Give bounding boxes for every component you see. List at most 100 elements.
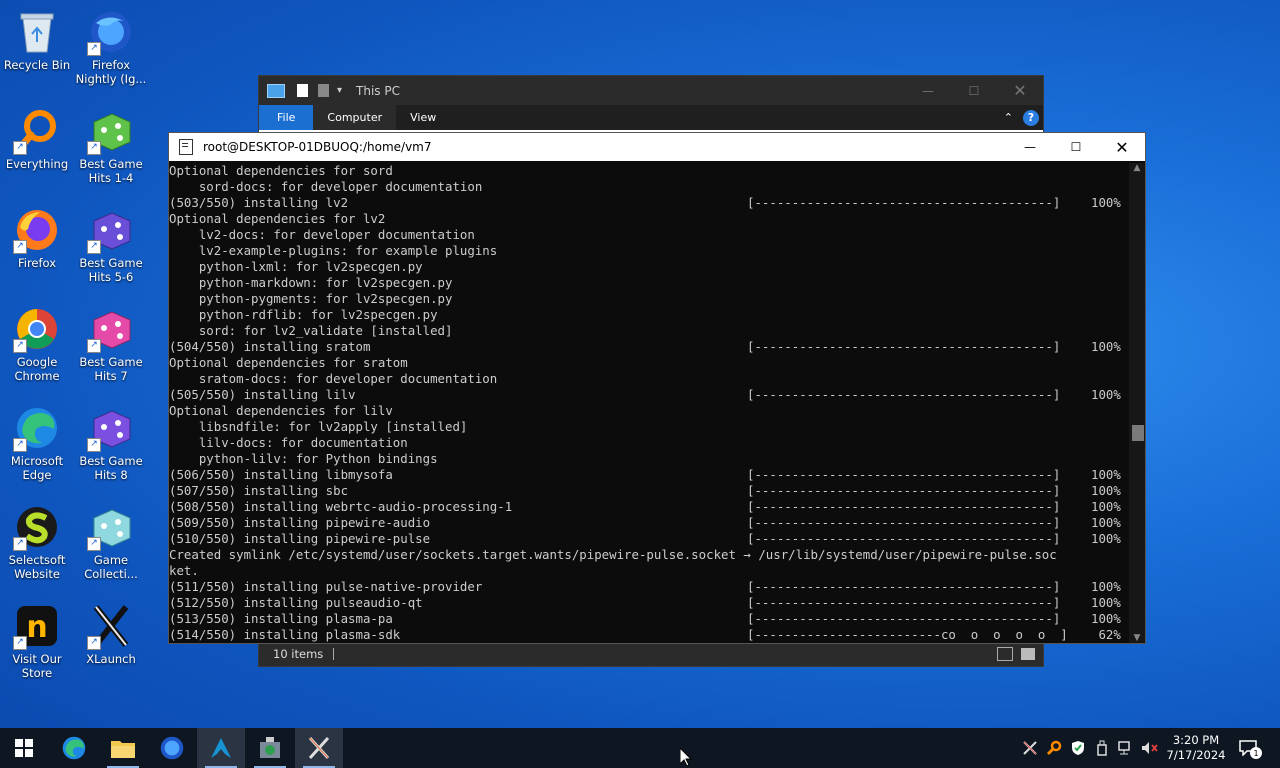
desktop-icon-firefox-nightly[interactable]: ↗ Firefox Nightly (Ig... (74, 8, 148, 86)
terminal-scrollbar[interactable]: ▲ ▼ (1129, 163, 1145, 643)
terminal-line: (510/550) installing pipewire-pulse [----… (169, 531, 1129, 547)
progress-bar-text: [---------------------------------------… (747, 595, 1061, 610)
explorer-titlebar[interactable]: ▾ This PC — ☐ ✕ (259, 76, 1043, 105)
game-dice-icon: ↗ (87, 107, 135, 155)
arch-terminal-icon (211, 738, 231, 758)
terminal-line-text: python-markdown: for lv2specgen.py (169, 275, 453, 290)
progress-percent: 100% (1091, 483, 1121, 498)
help-icon[interactable]: ? (1023, 109, 1039, 126)
game-dice-icon: ↗ (87, 206, 135, 254)
progress-percent: 100% (1091, 467, 1121, 482)
progress-percent: 100% (1091, 339, 1121, 354)
desktop-icon-best-game-hits-1-4[interactable]: ↗ Best Game Hits 1-4 (74, 107, 148, 185)
file-explorer-icon (111, 741, 135, 758)
terminal-line-text: sord-docs: for developer documentation (169, 179, 483, 194)
desktop-icon-recycle-bin[interactable]: Recycle Bin (0, 8, 74, 72)
desktop-icon-best-game-hits-5-6[interactable]: ↗ Best Game Hits 5-6 (74, 206, 148, 284)
terminal-line: python-rdflib: for lv2specgen.py (169, 307, 1129, 323)
terminal-line: sratom-docs: for developer documentation (169, 371, 1129, 387)
desktop-icon-game-collection[interactable]: ↗ Game Collecti... (74, 503, 148, 581)
taskbar-edge[interactable] (50, 728, 98, 768)
tab-computer[interactable]: Computer (313, 105, 397, 130)
desktop-icon-everything[interactable]: ↗ Everything (0, 107, 74, 171)
tab-file[interactable]: File (259, 105, 314, 130)
desktop-icon-best-game-hits-8[interactable]: ↗ Best Game Hits 8 (74, 404, 148, 482)
large-icons-view-icon[interactable] (1021, 648, 1035, 660)
ribbon-collapse-icon[interactable]: ⌃ (1004, 111, 1013, 124)
terminal-line: python-lxml: for lv2specgen.py (169, 259, 1129, 275)
desktop-icon-microsoft-edge[interactable]: ↗ Microsoft Edge (0, 404, 74, 482)
notification-badge: 1 (1250, 747, 1262, 759)
quick-access-properties-icon[interactable] (297, 84, 308, 97)
terminal-line: ket. (169, 563, 1129, 579)
tray-clock[interactable]: 3:20 PM 7/17/2024 (1164, 728, 1228, 768)
scroll-up-icon[interactable]: ▲ (1129, 163, 1145, 173)
maximize-button[interactable]: ☐ (951, 76, 997, 105)
terminal-line-text: Optional dependencies for sratom (169, 355, 408, 370)
tray-network-icon[interactable] (1116, 728, 1136, 768)
window-title: This PC (356, 83, 400, 98)
start-icon (15, 739, 33, 757)
desktop-icon-google-chrome[interactable]: ↗ Google Chrome (0, 305, 74, 383)
xlaunch-icon: ↗ (87, 602, 135, 650)
explorer-statusbar: 10 items (259, 642, 1043, 666)
terminal-titlebar[interactable]: root@DESKTOP-01DBUOQ:/home/vm7 — ☐ ✕ (169, 133, 1145, 161)
edge-icon: ↗ (13, 404, 61, 452)
terminal-window[interactable]: root@DESKTOP-01DBUOQ:/home/vm7 — ☐ ✕ Opt… (168, 132, 1146, 644)
taskbar-terminal[interactable] (197, 728, 245, 768)
terminal-line-text: (505/550) installing lilv (169, 387, 356, 402)
terminal-line-text: (513/550) installing plasma-pa (169, 611, 393, 626)
item-count: 10 items (273, 647, 324, 661)
desktop-icon-visit-our-store[interactable]: n ↗ Visit Our Store (0, 602, 74, 680)
terminal-line: (507/550) installing sbc [---------------… (169, 483, 1129, 499)
firefox-icon: ↗ (13, 206, 61, 254)
chrome-icon: ↗ (13, 305, 61, 353)
minimize-button[interactable]: — (1007, 133, 1053, 161)
terminal-line: Optional dependencies for lilv (169, 403, 1129, 419)
minimize-button[interactable]: — (905, 76, 951, 105)
terminal-output[interactable]: Optional dependencies for sord sord-docs… (169, 163, 1129, 643)
desktop-icon-best-game-hits-7[interactable]: ↗ Best Game Hits 7 (74, 305, 148, 383)
terminal-line-text: (512/550) installing pulseaudio-qt (169, 595, 423, 610)
progress-percent: 62% (1091, 627, 1121, 642)
progress-bar-text: [---------------------------------------… (747, 531, 1061, 546)
terminal-line: python-pygments: for lv2specgen.py (169, 291, 1129, 307)
tray-security-icon[interactable] (1068, 728, 1088, 768)
tray-xserver-icon[interactable] (1020, 728, 1040, 768)
scroll-down-icon[interactable]: ▼ (1129, 633, 1145, 643)
taskbar-firefox[interactable] (148, 728, 196, 768)
terminal-line-text: python-pygments: for lv2specgen.py (169, 291, 453, 306)
maximize-button[interactable]: ☐ (1053, 133, 1099, 161)
taskbar-game-manager[interactable] (246, 728, 294, 768)
terminal-line-text: lv2-example-plugins: for example plugins (169, 243, 498, 258)
tray-everything-icon[interactable] (1044, 728, 1064, 768)
terminal-line-text: lv2-docs: for developer documentation (169, 227, 475, 242)
terminal-line-text: lilv-docs: for documentation (169, 435, 408, 450)
tab-view[interactable]: View (396, 105, 450, 130)
action-center-button[interactable]: 1 (1234, 728, 1262, 768)
progress-bar-text: [---------------------------------------… (747, 499, 1061, 514)
close-button[interactable]: ✕ (997, 76, 1043, 105)
taskbar-file-explorer[interactable] (99, 728, 147, 768)
terminal-line-text: (507/550) installing sbc (169, 483, 349, 498)
terminal-line: python-lilv: for Python bindings (169, 451, 1129, 467)
desktop-icon-firefox[interactable]: ↗ Firefox (0, 206, 74, 270)
progress-percent: 100% (1091, 611, 1121, 626)
progress-percent: 100% (1091, 579, 1121, 594)
details-view-icon[interactable] (997, 647, 1013, 661)
tray-volume-muted-icon[interactable] (1140, 728, 1160, 768)
quick-access-dropdown-icon[interactable]: ▾ (337, 85, 342, 96)
desktop-icon-xlaunch[interactable]: ↗ XLaunch (74, 602, 148, 666)
start-button[interactable] (0, 728, 48, 768)
scrollbar-thumb[interactable] (1132, 425, 1144, 441)
clock-time: 3:20 PM (1172, 733, 1220, 747)
close-button[interactable]: ✕ (1099, 133, 1145, 161)
game-dice-icon: ↗ (87, 305, 135, 353)
terminal-app-icon (179, 139, 193, 155)
desktop-icon-selectsoft-website[interactable]: ↗ Selectsoft Website (0, 503, 74, 581)
tray-usb-icon[interactable] (1092, 728, 1112, 768)
taskbar-xlaunch[interactable] (295, 728, 343, 768)
progress-bar-text: [---------------------------------------… (747, 467, 1061, 482)
quick-access-newfolder-icon[interactable] (318, 84, 329, 97)
terminal-line-text: sratom-docs: for developer documentation (169, 371, 498, 386)
